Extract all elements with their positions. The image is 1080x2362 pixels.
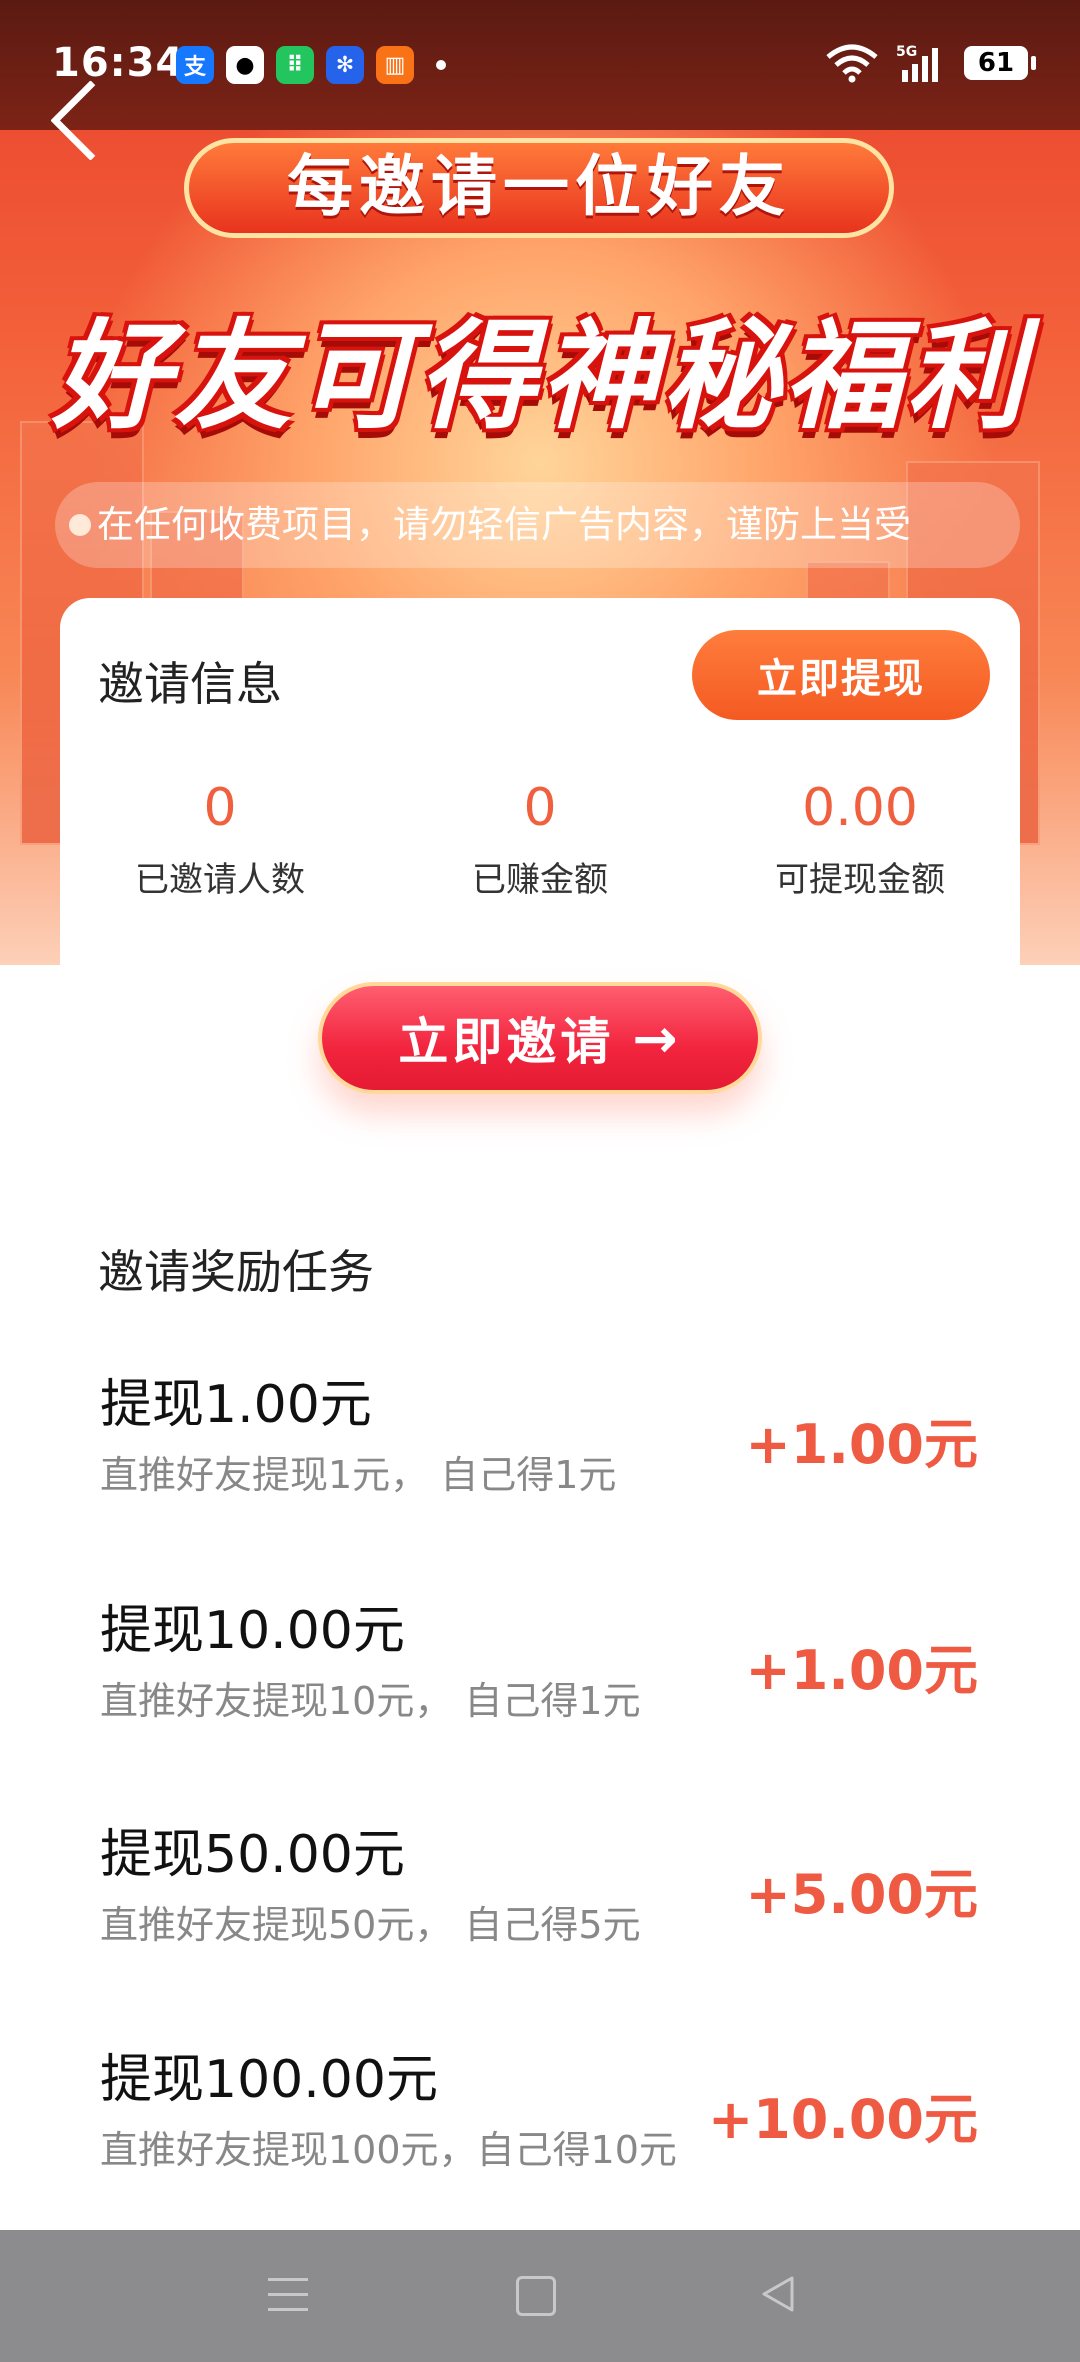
system-icons: 5G 61	[824, 42, 1036, 84]
stat-label: 可提现金额	[775, 860, 945, 900]
stat-withdrawable-amount: 0.00 可提现金额	[700, 778, 1020, 901]
app-green-icon: ⠿	[276, 46, 314, 84]
wifi-icon	[826, 44, 878, 83]
task-title: 提现1.00元	[100, 1375, 372, 1435]
alipay-icon: 支	[176, 46, 214, 84]
task-description: 直推好友提现1元， 自己得1元	[100, 1453, 617, 1497]
hero-subtitle: 每邀请一位好友	[184, 138, 894, 238]
menu-icon[interactable]	[268, 2278, 308, 2312]
book-icon: ▥	[376, 46, 414, 84]
app-blue-icon: ✻	[326, 46, 364, 84]
hero-title: 好友可得神秘福利	[51, 307, 1028, 445]
task-reward: +1.00元	[745, 1639, 978, 1702]
svg-text:5G: 5G	[896, 44, 917, 60]
home-icon[interactable]	[516, 2276, 556, 2316]
task-title: 提现100.00元	[100, 2050, 438, 2110]
task-description: 直推好友提现10元， 自己得1元	[100, 1679, 641, 1723]
status-time: 16:34	[52, 40, 185, 86]
stat-invited-count: 0 已邀请人数	[60, 778, 380, 901]
task-item: 提现50.00元 直推好友提现50元， 自己得5元 +5.00元	[0, 1812, 1080, 1982]
task-description: 直推好友提现50元， 自己得5元	[100, 1903, 641, 1947]
stat-value: 0	[523, 778, 557, 838]
invite-info-card: 邀请信息 立即提现 0 已邀请人数 0 已赚金额 0.00 可提现金额	[60, 598, 1020, 1018]
invite-now-label: 立即邀请	[398, 1013, 615, 1071]
task-item: 提现1.00元 直推好友提现1元， 自己得1元 +1.00元	[0, 1362, 1080, 1532]
stat-label: 已邀请人数	[135, 860, 305, 900]
task-item: 提现100.00元 直推好友提现100元，自己得10元 +10.00元	[0, 2037, 1080, 2207]
invite-info-title: 邀请信息	[98, 657, 282, 711]
invite-now-button[interactable]: 立即邀请 →	[318, 982, 762, 1094]
task-reward: +5.00元	[745, 1863, 978, 1926]
signal-icon: 5G	[896, 44, 938, 82]
stat-value: 0.00	[802, 778, 918, 838]
withdraw-button[interactable]: 立即提现	[692, 630, 990, 720]
task-title: 提现50.00元	[100, 1825, 405, 1885]
stat-label: 已赚金额	[472, 860, 608, 900]
tasks-section-title: 邀请奖励任务	[98, 1245, 374, 1299]
task-title: 提现10.00元	[100, 1601, 405, 1661]
speaker-icon	[69, 514, 91, 536]
arrow-right-icon: →	[632, 1006, 682, 1070]
more-notifications-dot	[436, 60, 446, 70]
task-reward: +10.00元	[707, 2088, 978, 2151]
system-nav-bar	[0, 2230, 1080, 2362]
battery-icon: 61	[964, 46, 1036, 80]
task-reward: +1.00元	[745, 1413, 978, 1476]
notice-text: 在任何收费项目，请勿轻信广告内容，谨防上当受	[97, 503, 911, 546]
notification-icons: 支 ● ⠿ ✻ ▥	[176, 46, 446, 84]
stat-earned-amount: 0 已赚金额	[380, 778, 700, 901]
status-bar: 16:34 支 ● ⠿ ✻ ▥ 5G 61	[0, 0, 1080, 130]
qq-icon: ●	[226, 46, 264, 84]
stat-value: 0	[203, 778, 237, 838]
task-description: 直推好友提现100元，自己得10元	[100, 2128, 677, 2172]
task-item: 提现10.00元 直推好友提现10元， 自己得1元 +1.00元	[0, 1588, 1080, 1758]
notice-bar: 在任何收费项目，请勿轻信广告内容，谨防上当受	[55, 482, 1020, 568]
